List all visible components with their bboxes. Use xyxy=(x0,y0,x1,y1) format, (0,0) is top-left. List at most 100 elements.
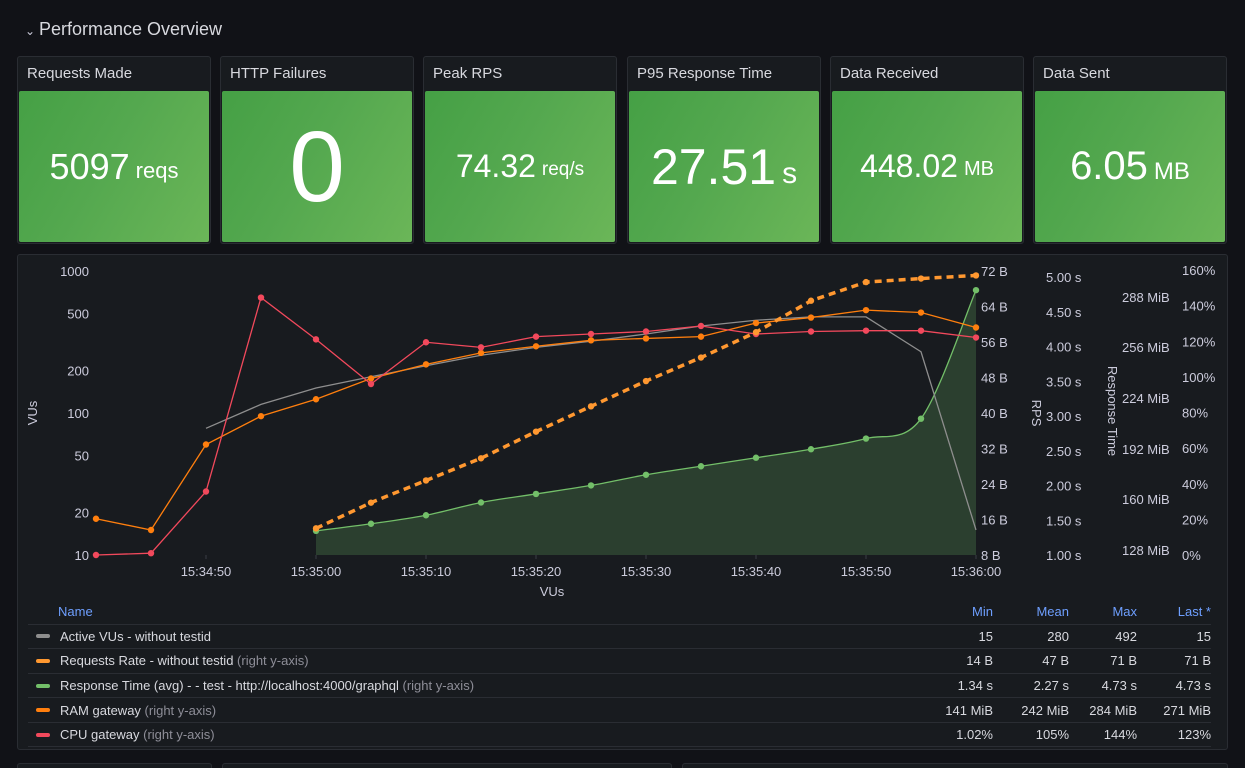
legend-series-name[interactable]: CPU gateway (right y-axis) xyxy=(28,722,923,748)
x-tick-label: 15:35:00 xyxy=(291,564,342,579)
row-collapse-toggle[interactable]: ⌄ Performance Overview xyxy=(25,19,222,40)
y-tick-right-response-time: 2.50 s xyxy=(1046,444,1082,459)
timeseries-panel[interactable]: 1000 500 200 100 50 20 10 VUs 72 B 64 B 56 B 48 B 40… xyxy=(17,254,1228,750)
legend-last: 71 B xyxy=(1137,648,1211,674)
data-point-cpu-gateway xyxy=(257,294,265,301)
legend-header-min[interactable]: Min xyxy=(923,600,993,625)
data-point-requests-rate-without-testid xyxy=(312,525,320,532)
legend-row[interactable]: RAM gateway (right y-axis) 141 MiB 242 MiB… xyxy=(28,697,1211,723)
data-point-response-time-avg-test-http-lo xyxy=(477,499,485,506)
legend-mean: 2.27 s xyxy=(993,673,1069,699)
stat-value-tile: 74.32 req/s xyxy=(425,91,615,242)
legend-last: 15 xyxy=(1137,624,1211,650)
legend-series-name[interactable]: Requests Rate - without testid (right y-… xyxy=(28,648,923,674)
data-point-requests-rate-without-testid xyxy=(642,377,650,385)
legend-row[interactable]: Active VUs - without testid 15 280 492 15 xyxy=(28,624,1211,650)
data-point-response-time-avg-test-http-lo xyxy=(972,286,980,294)
data-point-cpu-gateway xyxy=(862,327,870,334)
data-point-response-time-avg-test-http-lo xyxy=(752,454,760,461)
data-point-response-time-avg-test-http-lo xyxy=(422,512,430,519)
data-point-response-time-avg-test-http-lo xyxy=(862,435,870,442)
stat-unit: MB xyxy=(963,158,994,180)
stat-panel-requests-made[interactable]: Requests Made 5097 reqs xyxy=(17,56,211,244)
series-color-swatch[interactable] xyxy=(36,683,50,688)
data-point-ram-gateway xyxy=(587,337,595,344)
legend-min: 1.02% xyxy=(923,722,993,748)
stat-value-tile: 27.51 s xyxy=(629,91,819,242)
legend-header-max[interactable]: Max xyxy=(1069,600,1137,625)
stat-value-tile: 0 xyxy=(222,91,412,242)
data-point-requests-rate-without-testid xyxy=(697,354,705,361)
y-tick-right-rps: 56 B xyxy=(981,335,1008,350)
legend-row[interactable]: CPU gateway (right y-axis) 1.02% 105% 144% 1… xyxy=(28,722,1211,748)
legend-max: 4.73 s xyxy=(1069,673,1137,699)
y-tick-right-rps: 64 B xyxy=(981,300,1008,315)
data-point-cpu-gateway xyxy=(312,336,320,343)
legend-header-name[interactable]: Name xyxy=(28,600,923,625)
data-point-requests-rate-without-testid xyxy=(862,278,870,286)
y-tick-left: 50 xyxy=(75,449,89,464)
stat-panel-http-failures[interactable]: HTTP Failures 0 xyxy=(220,56,414,244)
y-tick-right-rps: 32 B xyxy=(981,442,1008,457)
panel-title: Data Received xyxy=(840,65,939,82)
x-tick-label: 15:35:50 xyxy=(841,564,892,579)
stat-panel-data-received[interactable]: Data Received 448.02 MB xyxy=(830,56,1024,244)
stat-unit: MB xyxy=(1153,157,1190,185)
y-tick-right-cpu: 60% xyxy=(1182,441,1208,456)
panel-title: Requests Made xyxy=(27,65,133,82)
data-point-cpu-gateway xyxy=(202,488,210,495)
stat-value: 74.32 xyxy=(455,148,536,184)
legend-row[interactable]: Requests Rate - without testid (right y-… xyxy=(28,648,1211,674)
stat-value: 6.05 xyxy=(1070,144,1148,188)
series-color-swatch[interactable] xyxy=(36,634,50,639)
y-tick-left: 10 xyxy=(75,548,89,563)
legend-series-name[interactable]: Response Time (avg) - - test - http://lo… xyxy=(28,673,923,699)
data-point-requests-rate-without-testid xyxy=(367,499,375,506)
x-tick-label: 15:36:00 xyxy=(951,564,1002,579)
data-point-ram-gateway xyxy=(312,396,320,403)
y-tick-right-rps: 8 B xyxy=(981,548,1001,563)
legend-header-mean[interactable]: Mean xyxy=(993,600,1069,625)
data-point-requests-rate-without-testid xyxy=(587,403,595,410)
series-label: CPU gateway xyxy=(60,727,140,743)
y-tick-right-ram: 160 MiB xyxy=(1122,492,1170,507)
y-tick-right-cpu: 40% xyxy=(1182,477,1208,492)
y-tick-left: 1000 xyxy=(60,264,89,279)
series-label: Active VUs - without testid xyxy=(60,628,211,644)
data-point-ram-gateway xyxy=(92,515,100,522)
x-tick-label: 15:35:30 xyxy=(621,564,672,579)
legend-row[interactable]: Response Time (avg) - - test - http://lo… xyxy=(28,673,1211,699)
y-tick-left: 500 xyxy=(67,307,89,322)
y-tick-right-response-time: 5.00 s xyxy=(1046,270,1082,285)
chevron-down-icon: ⌄ xyxy=(25,23,36,38)
data-point-requests-rate-without-testid xyxy=(532,428,540,435)
data-point-ram-gateway xyxy=(697,333,705,340)
axis-hint: (right y-axis) xyxy=(237,653,309,669)
axis-hint: (right y-axis) xyxy=(144,702,217,718)
data-point-ram-gateway xyxy=(752,319,760,327)
legend-series-name[interactable]: Active VUs - without testid xyxy=(28,624,923,650)
series-label: Response Time (avg) - - test - http://lo… xyxy=(60,677,399,693)
data-point-response-time-avg-test-http-lo xyxy=(532,490,540,498)
data-point-ram-gateway xyxy=(917,309,925,316)
series-color-swatch[interactable] xyxy=(36,658,50,663)
legend-series-name[interactable]: RAM gateway (right y-axis) xyxy=(28,697,923,723)
stat-panel-data-sent[interactable]: Data Sent 6.05 MB xyxy=(1033,56,1227,244)
stat-panel-peak-rps[interactable]: Peak RPS 74.32 req/s xyxy=(423,56,617,244)
legend-min: 1.34 s xyxy=(923,673,993,699)
stat-panel-p95-response-time[interactable]: P95 Response Time 27.51 s xyxy=(627,56,821,244)
y-tick-right-rps: 24 B xyxy=(981,477,1008,492)
series-color-swatch[interactable] xyxy=(36,732,50,737)
data-point-ram-gateway xyxy=(367,375,375,382)
y-tick-right-ram: 288 MiB xyxy=(1122,290,1170,305)
row-title: Performance Overview xyxy=(39,19,223,39)
data-point-requests-rate-without-testid xyxy=(972,272,980,279)
legend-header-last[interactable]: Last * xyxy=(1137,600,1211,625)
legend-table: Name Min Mean Max Last * Active VUs - wi… xyxy=(28,600,1211,748)
legend-min: 14 B xyxy=(923,648,993,674)
timeseries-chart[interactable]: 1000 500 200 100 50 20 10 VUs 72 B 64 B 56 B 48 B 40… xyxy=(18,255,1229,600)
data-point-cpu-gateway xyxy=(642,328,650,335)
series-color-swatch[interactable] xyxy=(36,708,50,713)
data-point-response-time-avg-test-http-lo xyxy=(917,415,925,422)
stat-value-tile: 6.05 MB xyxy=(1035,91,1225,242)
